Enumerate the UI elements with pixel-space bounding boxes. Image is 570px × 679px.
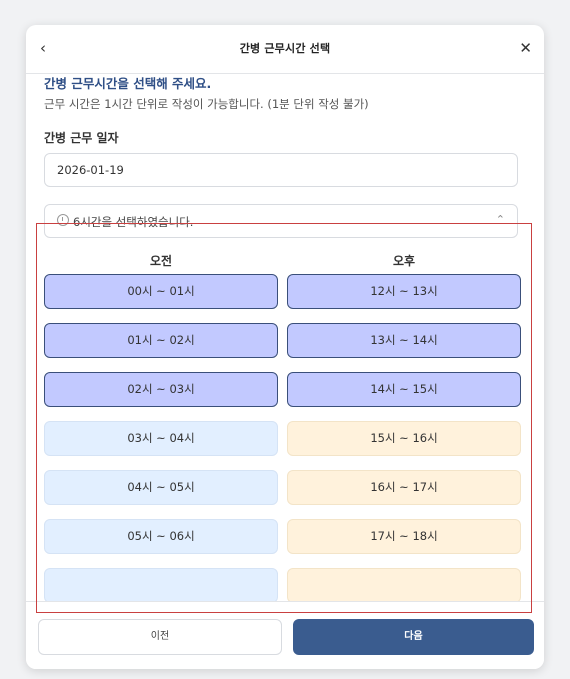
time-slot-am[interactable]: 00시 ~ 01시: [44, 274, 278, 309]
time-slot-pm[interactable]: 14시 ~ 15시: [287, 372, 521, 407]
time-slot-am[interactable]: 03시 ~ 04시: [44, 421, 278, 456]
time-slot-pm[interactable]: 15시 ~ 16시: [287, 421, 521, 456]
modal-header: ‹ 간병 근무시간 선택 ✕: [26, 25, 544, 74]
prev-button[interactable]: 이전: [38, 619, 282, 655]
date-label: 간병 근무 일자: [44, 131, 119, 145]
time-slot-pm[interactable]: 13시 ~ 14시: [287, 323, 521, 358]
clock-icon: [57, 214, 69, 226]
time-slot-am[interactable]: 05시 ~ 06시: [44, 519, 278, 554]
time-slot-pm-partial[interactable]: [287, 568, 521, 603]
chevron-up-icon: ⌃: [495, 213, 505, 226]
selection-summary-toggle[interactable]: 6시간을 선택하였습니다. ⌃: [44, 204, 518, 238]
time-slot-am[interactable]: 02시 ~ 03시: [44, 372, 278, 407]
next-button[interactable]: 다음: [293, 619, 534, 655]
pm-column-header: 오후: [392, 254, 416, 268]
time-slot-pm[interactable]: 16시 ~ 17시: [287, 470, 521, 505]
time-slot-am-partial[interactable]: [44, 568, 278, 603]
date-field[interactable]: 2026-01-19: [44, 153, 518, 187]
time-slot-am[interactable]: 01시 ~ 02시: [44, 323, 278, 358]
selection-summary-text: 6시간을 선택하였습니다.: [73, 215, 194, 229]
instruction-heading: 간병 근무시간을 선택해 주세요.: [44, 76, 212, 91]
time-slot-pm[interactable]: 17시 ~ 18시: [287, 519, 521, 554]
instruction-subtext: 근무 시간은 1시간 단위로 작성이 가능합니다. (1분 단위 작성 불가): [44, 97, 369, 111]
close-icon[interactable]: ✕: [519, 38, 532, 58]
am-column-header: 오전: [149, 254, 173, 268]
modal-footer: 이전 다음: [26, 601, 544, 669]
time-slot-pm[interactable]: 12시 ~ 13시: [287, 274, 521, 309]
modal-title: 간병 근무시간 선택: [239, 42, 331, 55]
time-slot-am[interactable]: 04시 ~ 05시: [44, 470, 278, 505]
work-time-modal: ‹ 간병 근무시간 선택 ✕ 간병 근무시간을 선택해 주세요. 근무 시간은 …: [26, 25, 544, 669]
